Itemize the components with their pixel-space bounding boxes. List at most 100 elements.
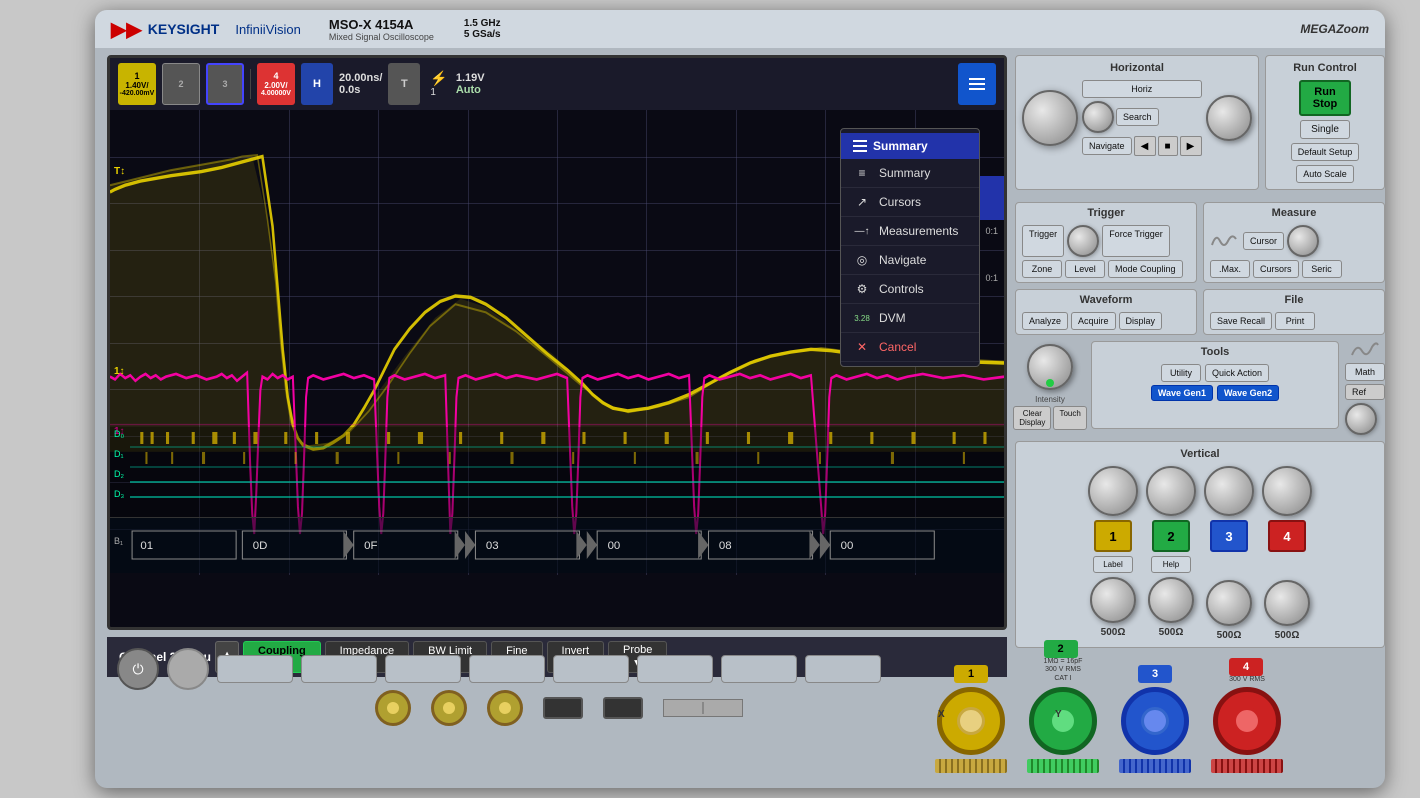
ch1-indicator[interactable]: 1 1.40V/ -420.00mV bbox=[118, 63, 156, 105]
level-btn[interactable]: Level bbox=[1065, 260, 1105, 278]
search-btn[interactable]: Search bbox=[1116, 108, 1159, 126]
navigate-btn[interactable]: Navigate bbox=[1082, 137, 1132, 155]
time-delay: 0.0s bbox=[339, 84, 382, 96]
soft-btn-8[interactable] bbox=[805, 655, 881, 683]
horiz-controls: Horiz Search Navigate ◀ ■ ▶ bbox=[1022, 80, 1252, 156]
ch2-help-btn[interactable]: Help bbox=[1151, 556, 1191, 573]
soft-btn-1[interactable] bbox=[217, 655, 293, 683]
menu-item-dvm[interactable]: 3.28 DVM bbox=[841, 304, 979, 333]
ch3-vert-pos-knob[interactable] bbox=[1204, 466, 1254, 516]
soft-btn-6[interactable] bbox=[637, 655, 713, 683]
menu-item-measurements[interactable]: —↑ Measurements bbox=[841, 217, 979, 246]
cancel-menu-icon: ✕ bbox=[853, 340, 871, 354]
menu-header-label: Summary bbox=[873, 139, 928, 153]
ch3-indicator[interactable]: 3 bbox=[206, 63, 244, 105]
ref-btn[interactable]: Ref bbox=[1345, 384, 1385, 400]
navigate-row: Navigate ◀ ■ ▶ bbox=[1082, 136, 1202, 156]
ch1-vert-scale-knob[interactable] bbox=[1090, 577, 1136, 623]
ch4-vert-btn[interactable]: 4 bbox=[1268, 520, 1306, 552]
serial-btn[interactable]: Seric bbox=[1302, 260, 1342, 278]
ch2-indicator[interactable]: 2 bbox=[162, 63, 200, 105]
horizontal-scale-knob[interactable] bbox=[1206, 95, 1252, 141]
utility-btn[interactable]: Utility bbox=[1161, 364, 1201, 382]
menu-item-controls[interactable]: ⚙ Controls bbox=[841, 275, 979, 304]
bus-label: B₁ bbox=[114, 536, 123, 546]
soft-btn-7[interactable] bbox=[721, 655, 797, 683]
ch4-num: 4 bbox=[273, 71, 278, 81]
soft-btn-4[interactable] bbox=[469, 655, 545, 683]
ch2-vert-scale-knob[interactable] bbox=[1148, 577, 1194, 623]
ch2-vert-btn[interactable]: 2 bbox=[1152, 520, 1190, 552]
horizontal-position-knob[interactable] bbox=[1022, 90, 1078, 146]
mode-coupling-btn[interactable]: Mode Coupling bbox=[1108, 260, 1183, 278]
menu-item-cursors[interactable]: ↗ Cursors bbox=[841, 188, 979, 217]
digital-waveforms-svg bbox=[130, 427, 1004, 517]
trigger-level-knob[interactable] bbox=[1067, 225, 1099, 257]
soft-btn-5[interactable] bbox=[553, 655, 629, 683]
wave-gen2-btn[interactable]: Wave Gen2 bbox=[1217, 385, 1279, 401]
zone-btn[interactable]: Zone bbox=[1022, 260, 1062, 278]
x-label: X bbox=[938, 709, 945, 720]
ch3-vert-btn[interactable]: 3 bbox=[1210, 520, 1248, 552]
nav-left-btn[interactable]: ◀ bbox=[1134, 136, 1156, 156]
math-btn[interactable]: Math bbox=[1345, 363, 1385, 381]
ch1-vert-btn[interactable]: 1 bbox=[1094, 520, 1132, 552]
auto-scale-btn[interactable]: Auto Scale bbox=[1296, 165, 1354, 183]
trigger-num: 1 bbox=[430, 87, 447, 98]
measure-wavy bbox=[1210, 231, 1240, 251]
nav-stop-btn[interactable]: ■ bbox=[1158, 136, 1178, 156]
ch1-vert-pos-knob[interactable] bbox=[1088, 466, 1138, 516]
run-stop-btn[interactable]: Run Stop bbox=[1299, 80, 1351, 116]
clear-display-btn[interactable]: ClearDisplay bbox=[1013, 406, 1051, 430]
menu-item-summary[interactable]: ≡ Summary bbox=[841, 159, 979, 188]
acquire-btn[interactable]: Acquire bbox=[1071, 312, 1116, 330]
print-btn[interactable]: Print bbox=[1275, 312, 1315, 330]
max-btn[interactable]: .Max. bbox=[1210, 260, 1250, 278]
probe-2-connector[interactable] bbox=[1029, 687, 1097, 755]
cursors-btn[interactable]: Cursors bbox=[1253, 260, 1299, 278]
probe-3-connector[interactable] bbox=[1121, 687, 1189, 755]
run-control-title: Run Control bbox=[1274, 62, 1376, 74]
display-btn[interactable]: Display bbox=[1119, 312, 1163, 330]
default-setup-btn[interactable]: Default Setup bbox=[1291, 143, 1360, 161]
navigate-menu-icon: ◎ bbox=[853, 253, 871, 267]
tools-knob[interactable] bbox=[1345, 403, 1377, 435]
trigger-indicator[interactable]: T bbox=[388, 63, 420, 105]
horiz-btn[interactable]: Horiz bbox=[1082, 80, 1202, 98]
force-trigger-btn[interactable]: Force Trigger bbox=[1102, 225, 1170, 257]
timebase-indicator[interactable]: H bbox=[301, 63, 333, 105]
ch1-label-btn[interactable]: Label bbox=[1093, 556, 1133, 573]
quick-action-btn[interactable]: Quick Action bbox=[1205, 364, 1269, 382]
nav-right-btn[interactable]: ▶ bbox=[1180, 136, 1202, 156]
touch-btn[interactable]: Touch bbox=[1053, 406, 1086, 430]
measure-wave-icon bbox=[1210, 231, 1240, 251]
ch4-vert-pos-knob[interactable] bbox=[1262, 466, 1312, 516]
measure-section: Measure Cursor .Max. Cursors Seric bbox=[1203, 202, 1385, 283]
ch1-num: 1 bbox=[134, 71, 139, 81]
menu-item-navigate[interactable]: ◎ Navigate bbox=[841, 246, 979, 275]
summary-menu-icon: ≡ bbox=[853, 166, 871, 180]
power-btn[interactable]: ⏻ bbox=[117, 648, 159, 690]
file-section-title: File bbox=[1210, 294, 1378, 306]
intensity-label: Intensity bbox=[1035, 395, 1065, 404]
screen-menu-btn[interactable] bbox=[958, 63, 996, 105]
usb-btn[interactable] bbox=[167, 648, 209, 690]
probe-4-connector[interactable] bbox=[1213, 687, 1281, 755]
ch4-indicator[interactable]: 4 2.00V/ 4.00000V bbox=[257, 63, 295, 105]
soft-btn-2[interactable] bbox=[301, 655, 377, 683]
cursor-btn[interactable]: Cursor bbox=[1243, 232, 1284, 250]
single-btn[interactable]: Single bbox=[1300, 120, 1350, 139]
analyze-btn[interactable]: Analyze bbox=[1022, 312, 1068, 330]
save-recall-btn[interactable]: Save Recall bbox=[1210, 312, 1272, 330]
menu-item-cancel[interactable]: ✕ Cancel bbox=[841, 333, 979, 362]
wave-gen1-btn[interactable]: Wave Gen1 bbox=[1151, 385, 1213, 401]
intensity-knob[interactable] bbox=[1024, 341, 1076, 393]
probe-1-connector[interactable] bbox=[937, 687, 1005, 755]
trigger-btn[interactable]: Trigger bbox=[1022, 225, 1064, 257]
ch2-vert-pos-knob[interactable] bbox=[1146, 466, 1196, 516]
measure-knob[interactable] bbox=[1287, 225, 1319, 257]
search-knob[interactable] bbox=[1082, 101, 1114, 133]
soft-btn-3[interactable] bbox=[385, 655, 461, 683]
ch3-vert-scale-knob[interactable] bbox=[1206, 580, 1252, 626]
ch4-vert-scale-knob[interactable] bbox=[1264, 580, 1310, 626]
